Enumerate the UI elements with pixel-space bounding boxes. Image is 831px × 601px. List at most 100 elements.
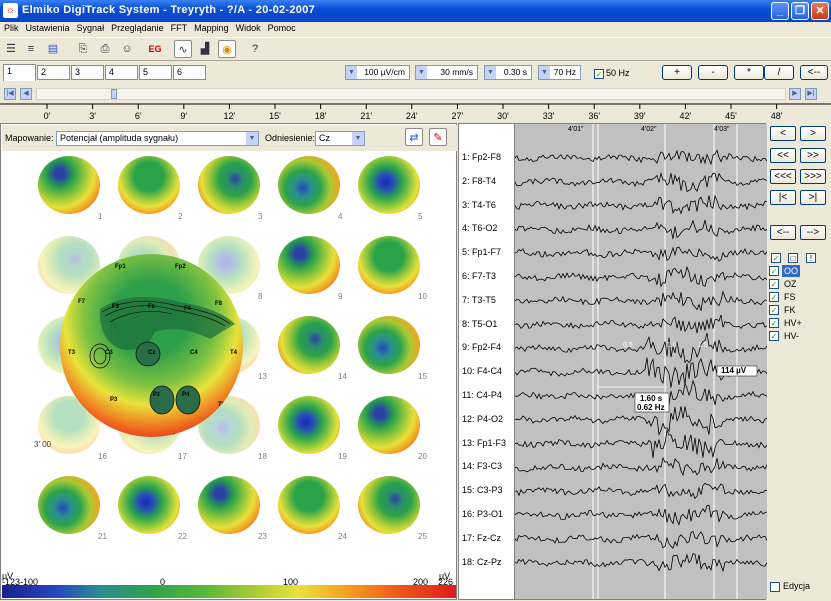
sensitivity-select[interactable]: ▼ 100 µV/cm [345, 65, 410, 80]
help-icon[interactable]: ? [246, 40, 264, 58]
check-all-icon[interactable]: ✓ [771, 253, 781, 263]
scroll-thumb[interactable] [111, 89, 117, 99]
scroll-start-icon[interactable]: |◀ [4, 88, 16, 100]
speed-select[interactable]: ▼ 30 mm/s [415, 65, 478, 80]
minus-button[interactable]: - [698, 65, 728, 80]
head-map[interactable] [358, 316, 420, 374]
tab-2[interactable]: 2 [37, 65, 70, 80]
tab-5[interactable]: 5 [139, 65, 172, 80]
head-map[interactable] [358, 156, 420, 214]
nav-next-fast-button[interactable]: >>> [800, 169, 826, 184]
nav-next-button[interactable]: > [800, 126, 826, 141]
time-constant-select[interactable]: ▼ 0.30 s [484, 65, 532, 80]
waveform-icon[interactable]: ∿ [174, 40, 192, 58]
menu-mapping[interactable]: Mapping [190, 22, 232, 33]
menu-ustawienia[interactable]: Ustawienia [22, 22, 73, 33]
mode-checkbox[interactable]: ✓ [769, 305, 779, 315]
copy-icon[interactable]: ⎘ [74, 40, 92, 58]
head-map[interactable] [278, 236, 340, 294]
nav-forward-button[interactable]: --> [800, 225, 826, 240]
menu-sygnal[interactable]: Sygnał [73, 22, 108, 33]
mode-checkbox[interactable]: ✓ [769, 331, 779, 341]
head-map[interactable] [38, 476, 100, 534]
histogram-icon[interactable]: ▟ [196, 40, 214, 58]
head-map[interactable] [198, 476, 260, 534]
back-button[interactable]: <-- [800, 65, 828, 80]
mapping-icon[interactable]: ◉ [218, 40, 236, 58]
head-map[interactable] [358, 476, 420, 534]
eg-button[interactable]: EG [146, 40, 164, 58]
mode-item[interactable]: ✓ OO [769, 265, 829, 277]
chart-icon[interactable]: ▤ [44, 40, 62, 58]
mode-checkbox[interactable]: ✓ [769, 292, 779, 302]
mapping-mode-select[interactable]: Potencjał (amplituda sygnału) ▼ [56, 131, 259, 146]
nav-prev-page-button[interactable]: << [770, 148, 796, 163]
nav-back-button[interactable]: <-- [770, 225, 796, 240]
mode-list: ✓ OO ✓ OZ ✓ FS ✓ FK ✓ HV+ ✓ HV- [767, 265, 829, 347]
minimize-button[interactable]: _ [771, 2, 789, 20]
mode-checkbox[interactable]: ✓ [769, 266, 779, 276]
sensitivity-value: 100 µV/cm [364, 67, 405, 77]
head-map[interactable] [278, 396, 340, 454]
scroll-end-icon[interactable]: ▶| [805, 88, 817, 100]
mode-item[interactable]: ✓ OZ [769, 278, 829, 290]
electrode-label: Fz [148, 304, 155, 310]
eeg-trace-area[interactable]: 4'01" 4'02" 4'03" 0.5 1.0 1.5 1.60 s 0.6… [514, 124, 768, 599]
nav-prev-button[interactable]: < [770, 126, 796, 141]
color-scale-icon[interactable]: ⇄ [405, 128, 423, 146]
menu-pomoc[interactable]: Pomoc [264, 22, 299, 33]
map-number: 14 [338, 372, 347, 381]
time-scrollbar[interactable] [36, 88, 786, 100]
notch-checkbox[interactable]: ✓ [594, 69, 604, 79]
menu-przegladanie[interactable]: Przeglądanie [107, 22, 167, 33]
head-map[interactable] [358, 236, 420, 294]
tools-icon[interactable]: ✎ [429, 128, 447, 146]
marker-15: 1.5 [698, 342, 708, 349]
head-map[interactable] [198, 156, 260, 214]
print-icon[interactable]: ⎙ [96, 40, 114, 58]
close-button[interactable]: ✕ [811, 2, 829, 20]
scroll-left-icon[interactable]: ◀ [20, 88, 32, 100]
maximize-button[interactable]: ❐ [791, 2, 809, 20]
menu-plik[interactable]: Plik [0, 22, 22, 33]
multiply-button[interactable]: * [734, 65, 764, 80]
scroll-right-icon[interactable]: ▶ [789, 88, 801, 100]
head-map[interactable] [358, 396, 420, 454]
divide-button[interactable]: / [764, 65, 794, 80]
head-map[interactable] [278, 316, 340, 374]
mark-icon[interactable]: ! [806, 253, 816, 263]
menu-fft[interactable]: FFT [167, 22, 191, 33]
smile-icon[interactable]: ☺ [118, 40, 136, 58]
mode-label: OO [782, 265, 801, 277]
mode-item[interactable]: ✓ HV- [769, 330, 829, 342]
head-map[interactable] [278, 476, 340, 534]
head-map[interactable] [278, 156, 340, 214]
tab-6[interactable]: 6 [173, 65, 206, 80]
mode-item[interactable]: ✓ FK [769, 304, 829, 316]
square-icon[interactable]: □ [788, 253, 798, 263]
menu-widok[interactable]: Widok [232, 22, 264, 33]
tab-4[interactable]: 4 [105, 65, 138, 80]
channel-label: 5: Fp1-F7 [462, 247, 502, 258]
mode-checkbox[interactable]: ✓ [769, 318, 779, 328]
mode-item[interactable]: ✓ HV+ [769, 317, 829, 329]
tab-1[interactable]: 1 [3, 64, 36, 81]
montage-icon[interactable]: ≡ [22, 40, 40, 58]
nav-end-button[interactable]: >| [800, 190, 826, 205]
nav-start-button[interactable]: |< [770, 190, 796, 205]
hf-filter-select[interactable]: ▼ 70 Hz [538, 65, 581, 80]
mode-checkbox[interactable]: ✓ [769, 279, 779, 289]
nav-prev-fast-button[interactable]: <<< [770, 169, 796, 184]
nav-next-page-button[interactable]: >> [800, 148, 826, 163]
plus-button[interactable]: + [662, 65, 692, 80]
mode-item[interactable]: ✓ FS [769, 291, 829, 303]
list-icon[interactable]: ☰ [2, 40, 20, 58]
head-map[interactable] [38, 156, 100, 214]
channel-label: 1: Fp2-F8 [462, 152, 502, 162]
edit-checkbox[interactable] [770, 582, 780, 592]
tab-3[interactable]: 3 [71, 65, 104, 80]
reference-select[interactable]: Cz ▼ [315, 131, 365, 146]
head-map[interactable] [118, 156, 180, 214]
head-map[interactable] [118, 476, 180, 534]
enlarged-head-map[interactable]: Fp1 Fp2 F7 F3 Fz F4 F8 T3 C3 Cz C4 T4 T5 P3 Pz P4 T6 O1 O2 [60, 254, 243, 437]
